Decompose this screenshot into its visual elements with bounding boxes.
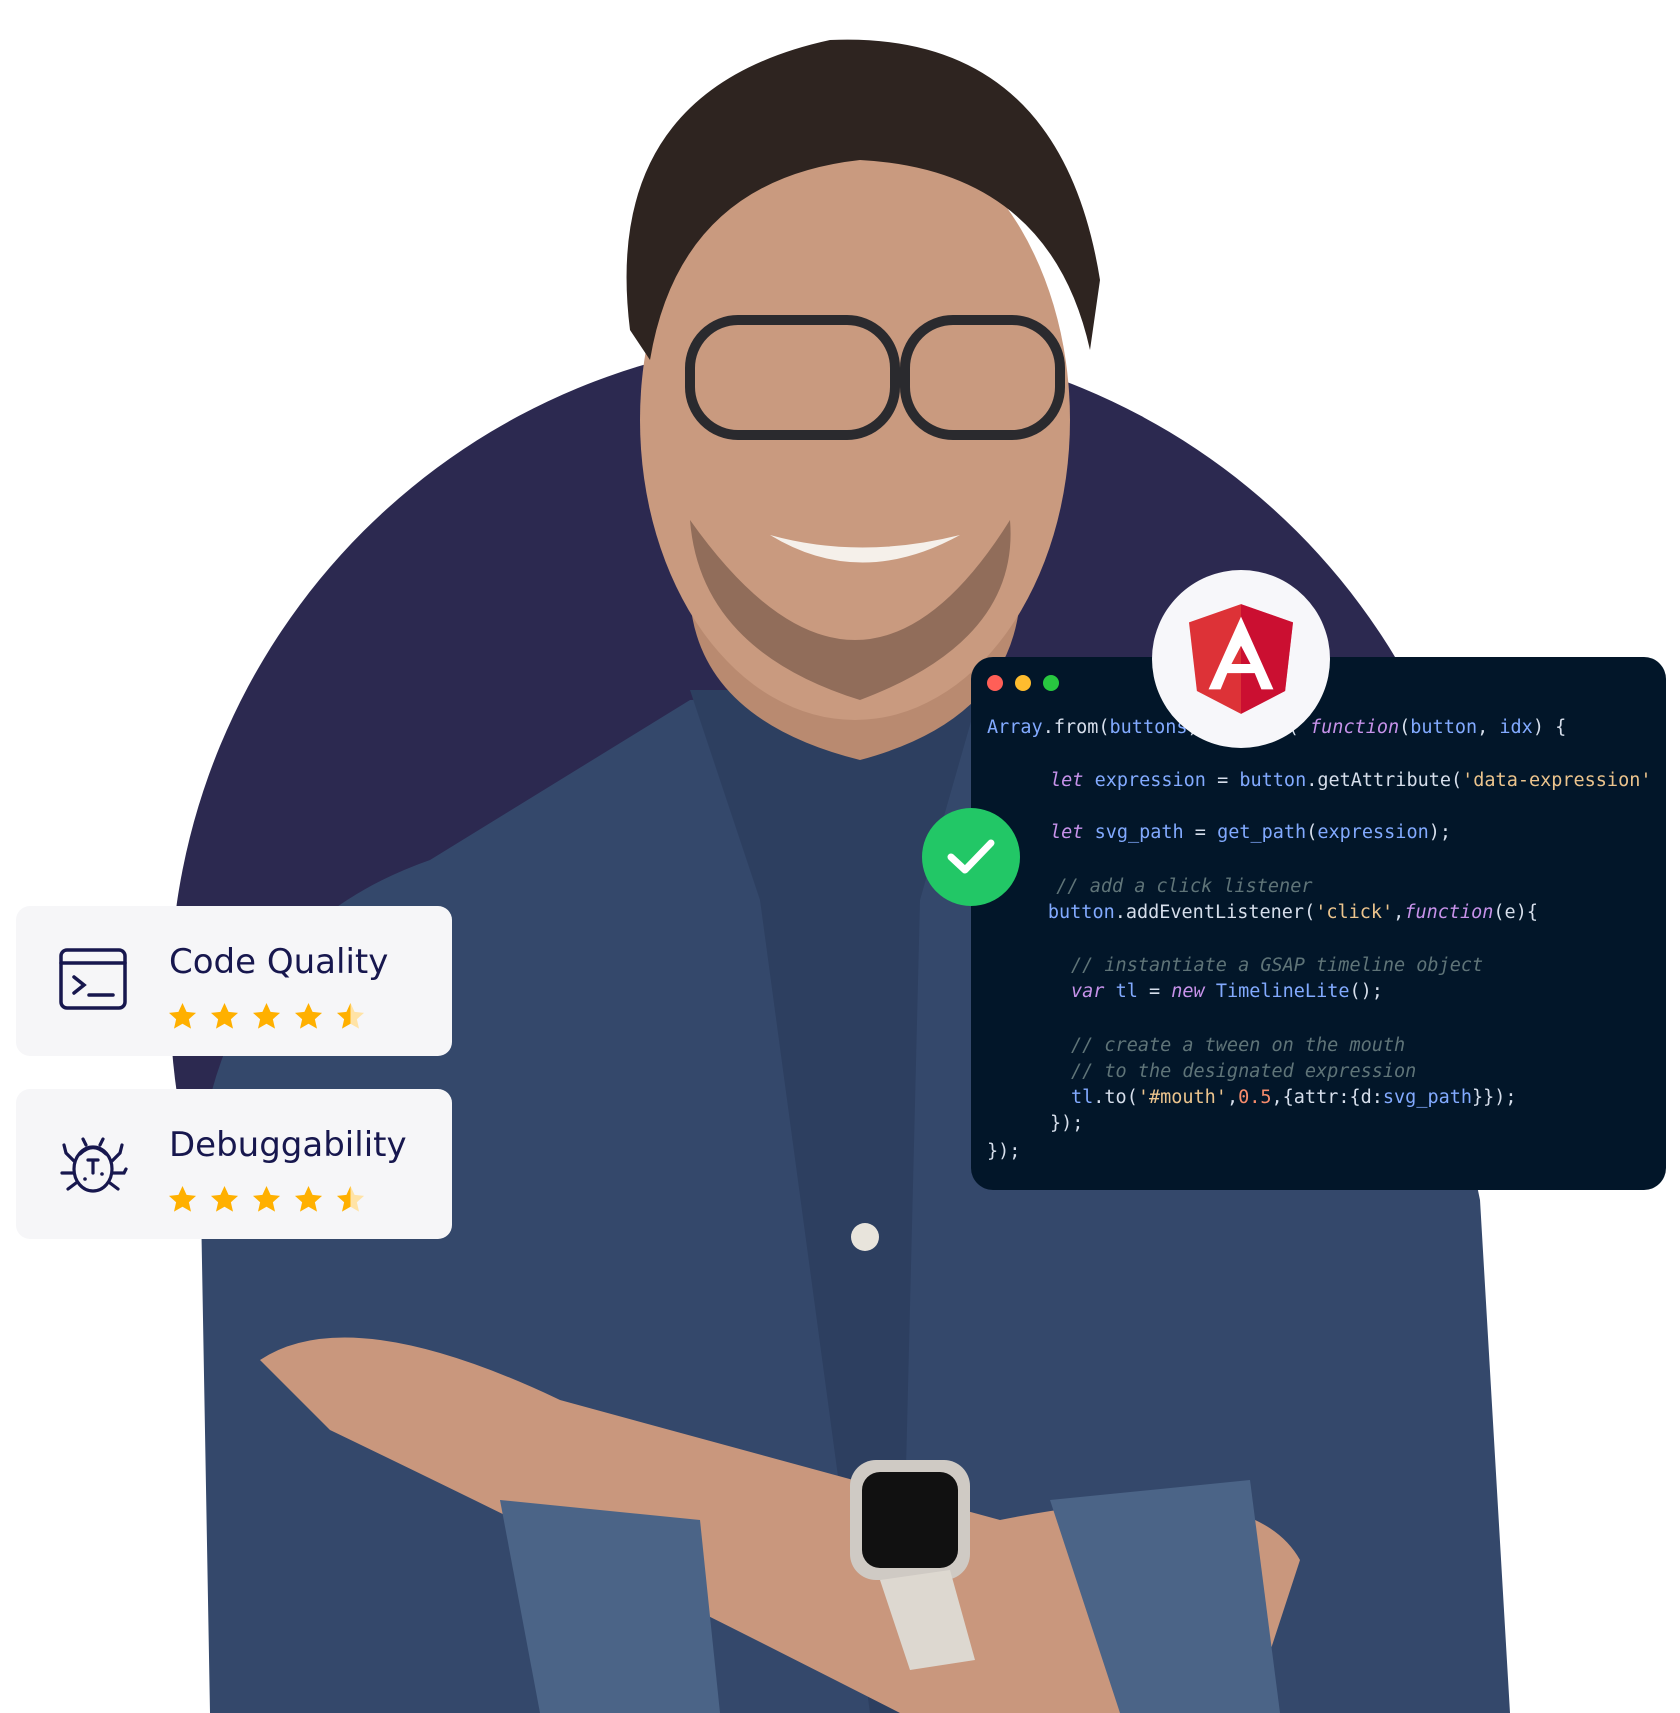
star-icon	[294, 1002, 323, 1029]
code-token: .to(	[1093, 1087, 1138, 1108]
code-token: .addEventListener(	[1114, 902, 1316, 923]
star-rating	[168, 1002, 365, 1031]
code-token: new	[1171, 981, 1216, 1002]
code-token: =	[1137, 981, 1172, 1002]
code-token: // add a click listener	[1056, 876, 1313, 897]
code-token: // create a tween on the mouth	[1071, 1035, 1406, 1056]
code-token: ,{attr:{d:	[1271, 1087, 1383, 1108]
rating-card-debuggability: Debuggability	[16, 1089, 452, 1239]
star-rating	[168, 1185, 365, 1214]
code-line: // create a tween on the mouth	[1071, 1035, 1405, 1056]
code-token: button	[1239, 770, 1307, 791]
star-icon	[252, 1002, 281, 1029]
rating-card-code-quality: Code Quality	[16, 906, 452, 1056]
code-token: idx	[1499, 717, 1533, 738]
code-line: // to the designated expression	[1071, 1061, 1416, 1082]
code-line: let svg_path = get_path(expression);	[1050, 822, 1451, 843]
code-token: function	[1404, 902, 1494, 923]
code-token: get_path	[1217, 822, 1307, 843]
rating-title: Code Quality	[169, 942, 389, 982]
star-icon	[294, 1185, 323, 1212]
code-token: TimelineLite	[1215, 981, 1350, 1002]
code-token: (	[1399, 717, 1411, 738]
code-token: .from(	[1042, 717, 1110, 738]
close-dot	[987, 675, 1003, 691]
star-icon	[168, 1185, 197, 1212]
code-token: });	[987, 1141, 1021, 1162]
code-token: });	[1050, 1113, 1084, 1134]
star-icon	[168, 1002, 197, 1029]
code-token: (e){	[1493, 902, 1538, 923]
code-token: }});	[1472, 1087, 1517, 1108]
code-line: let expression = button.getAttribute('da…	[1050, 770, 1652, 791]
code-line: });	[1050, 1113, 1083, 1134]
code-token: ,	[1226, 1087, 1239, 1108]
code-token: );	[1428, 822, 1452, 843]
code-token: button	[1047, 902, 1115, 923]
check-icon	[947, 839, 995, 874]
code-token: =	[1183, 822, 1218, 843]
code-token: 0.5	[1238, 1087, 1272, 1108]
code-token: expression	[1317, 822, 1429, 843]
code-token: ) {	[1532, 717, 1567, 738]
code-token: svg_path	[1094, 822, 1184, 843]
code-token: '#mouth'	[1137, 1087, 1227, 1108]
star-icon	[210, 1002, 239, 1029]
star-icon	[210, 1185, 239, 1212]
star-icon	[336, 1002, 365, 1029]
code-token: Array	[987, 717, 1043, 738]
code-token: tl	[1071, 1087, 1094, 1108]
terminal-icon	[59, 948, 127, 1010]
code-line: tl.to('#mouth',0.5,{attr:{d:svg_path}});	[1071, 1087, 1517, 1108]
code-token: function	[1310, 717, 1400, 738]
success-badge	[922, 808, 1020, 906]
code-token: .getAttribute(	[1306, 770, 1463, 791]
angular-logo-badge	[1152, 570, 1330, 748]
code-token: expression	[1094, 770, 1206, 791]
code-token: ();	[1349, 981, 1383, 1002]
minimize-dot	[1015, 675, 1031, 691]
bug-icon	[60, 1137, 128, 1193]
code-line: // instantiate a GSAP timeline object	[1071, 955, 1483, 976]
code-editor-window: Array.from(buttons).forEach( function(bu…	[971, 657, 1666, 1190]
code-token: // to the designated expression	[1071, 1061, 1417, 1082]
code-token: 'data-expression'	[1462, 770, 1652, 791]
code-token: let	[1050, 822, 1095, 843]
code-token: 'click'	[1315, 902, 1394, 923]
code-token: let	[1050, 770, 1095, 791]
code-line: var tl = new TimelineLite();	[1071, 981, 1383, 1002]
code-line: // add a click listener	[1056, 876, 1312, 897]
code-token: ,	[1393, 902, 1405, 923]
angular-logo-icon	[1189, 604, 1293, 714]
star-icon	[252, 1185, 281, 1212]
code-line: });	[987, 1141, 1020, 1162]
rating-title: Debuggability	[169, 1125, 407, 1165]
maximize-dot	[1043, 675, 1059, 691]
code-token: // instantiate a GSAP timeline object	[1071, 955, 1484, 976]
code-token: (	[1306, 822, 1318, 843]
code-token: svg_path	[1382, 1087, 1473, 1108]
code-token: tl	[1115, 981, 1138, 1002]
code-token: var	[1071, 981, 1116, 1002]
code-token: button	[1410, 717, 1478, 738]
code-line: button.addEventListener('click',function…	[1048, 902, 1538, 923]
code-token: =	[1205, 770, 1240, 791]
code-token: ,	[1477, 717, 1500, 738]
star-icon	[336, 1185, 365, 1212]
